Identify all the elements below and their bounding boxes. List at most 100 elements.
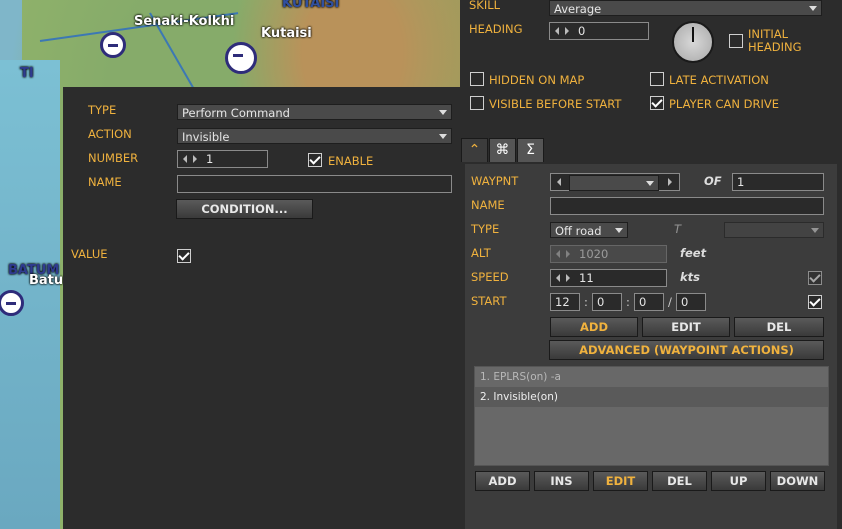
heading-dial-icon[interactable] [672,21,714,63]
list-down-button[interactable]: DOWN [770,471,825,491]
city-label: Senaki-Kolkhi [134,14,235,29]
command-icon: ⌘ [495,142,510,158]
tab-summary[interactable]: Σ [517,138,544,162]
initial-heading-checkbox[interactable] [729,34,743,48]
summary-icon: Σ [526,142,535,158]
chevron-down-icon [811,228,819,233]
start-seconds[interactable]: 0 [634,293,664,311]
decrement-icon[interactable] [183,155,187,163]
increment-icon[interactable] [193,155,197,163]
alt-value: 1020 [579,247,609,261]
speed-lock-checkbox [808,271,822,285]
alt-units: feet [680,246,707,260]
list-item[interactable]: 1. EPLRS(on) -a [475,367,828,387]
decrement-icon[interactable] [556,274,560,282]
speed-spinner[interactable]: 11 [550,269,667,287]
waypnt-select[interactable] [569,175,659,191]
number-label: NUMBER [88,151,139,165]
type-select[interactable]: Perform Command [177,104,452,120]
condition-button[interactable]: CONDITION... [176,199,313,219]
prev-waypoint-icon[interactable] [557,178,561,186]
wp-name-input[interactable] [550,197,824,215]
list-edit-button[interactable]: EDIT [593,471,648,491]
decrement-icon [556,250,560,258]
visible-before-start-label: VISIBLE BEFORE START [489,97,622,111]
city-label: Batu [29,273,64,288]
trigger-action-panel: TYPE Perform Command ACTION Invisible NU… [63,87,460,529]
wp-name-label: NAME [471,198,505,212]
action-select[interactable]: Invisible [177,128,452,144]
waypnt-selector[interactable] [550,173,680,191]
wp-type-value: Off road [555,224,602,238]
tab-commands[interactable]: ⌘ [489,138,516,162]
start-hours[interactable]: 12 [550,293,580,311]
enable-checkbox[interactable] [308,153,322,167]
next-waypoint-icon[interactable] [668,178,672,186]
of-label: OF [704,174,722,188]
chevron-down-icon [615,228,623,233]
value-label: VALUE [71,247,108,261]
initial-heading-label: INITIAL HEADING [748,27,802,54]
heading-value: 0 [578,24,586,38]
city-label: TI [20,66,34,81]
number-spinner[interactable]: 1 [177,150,268,168]
value-checkbox[interactable] [177,249,191,263]
skill-select-value: Average [554,2,602,16]
chevron-down-icon [809,6,817,11]
late-activation-label: LATE ACTIVATION [669,73,769,87]
start-minutes[interactable]: 0 [592,293,622,311]
skill-select[interactable]: Average [549,0,822,16]
chevron-down-icon [646,181,654,186]
enable-label: ENABLE [328,154,374,168]
route-icon: ⌃ [468,142,481,158]
type-label: TYPE [88,103,117,117]
list-add-button[interactable]: ADD [475,471,530,491]
wp-type-select[interactable]: Off road [550,222,628,238]
time-separator: : [584,295,588,309]
waypoint-count: 1 [732,173,824,191]
chevron-down-icon [439,134,447,139]
heading-spinner[interactable]: 0 [549,22,649,40]
player-can-drive-label: PLAYER CAN DRIVE [669,97,780,111]
speed-value: 11 [579,271,594,285]
late-activation-checkbox[interactable] [650,72,664,86]
type-select-value: Perform Command [182,106,290,120]
start-time-checkbox[interactable] [808,295,822,309]
list-delete-button[interactable]: DEL [652,471,707,491]
heading-label: HEADING [469,22,523,36]
start-label: START [471,294,507,308]
hidden-on-map-label: HIDDEN ON MAP [489,73,585,87]
advanced-waypoint-actions-button[interactable]: ADVANCED (WAYPOINT ACTIONS) [549,340,824,360]
start-day[interactable]: 0 [676,293,706,311]
increment-icon [566,250,570,258]
edit-waypoint-button[interactable]: EDIT [642,317,730,337]
day-separator: / [668,295,672,309]
skill-label: SKILL [469,0,501,12]
speed-label: SPEED [471,270,509,284]
increment-icon[interactable] [565,27,569,35]
city-label: KUTAISI [282,0,340,11]
delete-waypoint-button[interactable]: DEL [734,317,824,337]
speed-units: kts [680,270,700,284]
player-can-drive-checkbox[interactable] [650,96,664,110]
add-waypoint-button[interactable]: ADD [550,317,638,337]
visible-before-start-checkbox[interactable] [470,96,484,110]
increment-icon[interactable] [566,274,570,282]
waypoint-actions-list[interactable]: 1. EPLRS(on) -a 2. Invisible(on) [474,366,829,466]
time-separator: : [626,295,630,309]
unit-marker-icon[interactable] [100,32,126,58]
tab-route[interactable]: ⌃ [461,138,488,162]
name-input[interactable] [177,175,452,193]
number-value: 1 [206,152,214,166]
hidden-on-map-checkbox[interactable] [470,72,484,86]
list-item[interactable]: 2. Invisible(on) [475,387,828,407]
list-insert-button[interactable]: INS [534,471,589,491]
decrement-icon[interactable] [555,27,559,35]
chevron-down-icon [439,110,447,115]
wp-type-label: TYPE [471,222,500,236]
wp-subtype-select [724,222,824,238]
list-up-button[interactable]: UP [711,471,766,491]
name-label: NAME [88,175,122,189]
unit-marker-icon[interactable] [225,42,257,74]
waypnt-label: WAYPNT [471,174,519,188]
